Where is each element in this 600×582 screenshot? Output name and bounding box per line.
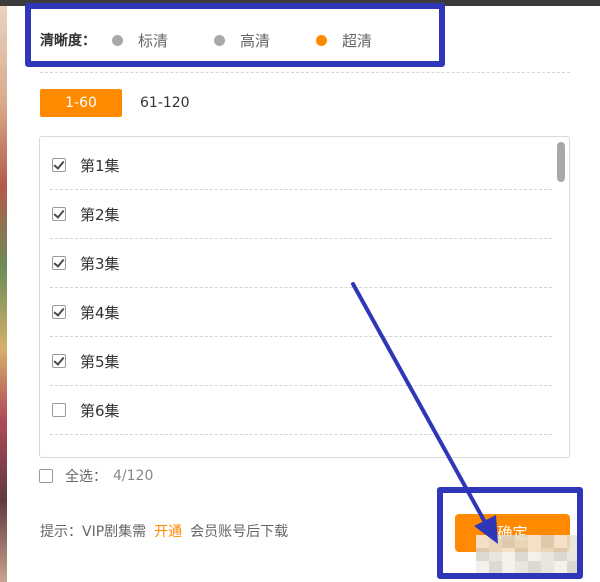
checkbox-checked-icon[interactable] — [52, 256, 66, 270]
checkbox-checked-icon[interactable] — [52, 305, 66, 319]
open-membership-link[interactable]: 开通 — [154, 521, 182, 541]
select-all[interactable]: 全选： 4/120 — [39, 466, 153, 486]
checkbox-checked-icon[interactable] — [52, 158, 66, 172]
background-edge — [0, 0, 7, 582]
annotation-box-quality — [25, 3, 445, 67]
select-all-label: 全选： — [65, 469, 107, 485]
selection-count: 4/120 — [113, 468, 154, 484]
episode-label: 第1集 — [80, 156, 120, 175]
list-item-partial — [50, 435, 552, 457]
list-item[interactable]: 第5集 — [50, 337, 552, 386]
list-item[interactable]: 第1集 — [50, 141, 552, 190]
hint-text: 提示：VIP剧集需 开通 会员账号后下载 — [40, 521, 288, 541]
list-item[interactable]: 第2集 — [50, 190, 552, 239]
list-item[interactable]: 第3集 — [50, 239, 552, 288]
select-all-checkbox-icon[interactable] — [39, 469, 53, 483]
scrollbar-thumb[interactable] — [557, 142, 565, 182]
episode-list[interactable]: 第1集 第2集 第3集 第4集 第5集 第6集 — [39, 136, 570, 458]
episode-label: 第2集 — [80, 205, 120, 224]
checkbox-checked-icon[interactable] — [52, 207, 66, 221]
episode-label: 第6集 — [80, 401, 120, 420]
list-item[interactable]: 第4集 — [50, 288, 552, 337]
annotation-box-button — [437, 487, 583, 579]
download-dialog: 清晰度： 标清 高清 超清 1-60 61-120 第1集 第2集 第3集 第4… — [0, 0, 600, 582]
range-tabs: 1-60 61-120 — [40, 89, 212, 117]
tab-range-61-120[interactable]: 61-120 — [122, 89, 212, 117]
list-item[interactable]: 第6集 — [50, 386, 552, 435]
episode-label: 第5集 — [80, 352, 120, 371]
divider — [40, 72, 570, 73]
episode-label: 第4集 — [80, 303, 120, 322]
episode-label: 第3集 — [80, 254, 120, 273]
hint-suffix: 会员账号后下载 — [190, 524, 289, 540]
tab-range-1-60[interactable]: 1-60 — [40, 89, 122, 117]
checkbox-unchecked-icon[interactable] — [52, 403, 66, 417]
checkbox-checked-icon[interactable] — [52, 354, 66, 368]
hint-prefix: 提示：VIP剧集需 — [40, 524, 147, 540]
